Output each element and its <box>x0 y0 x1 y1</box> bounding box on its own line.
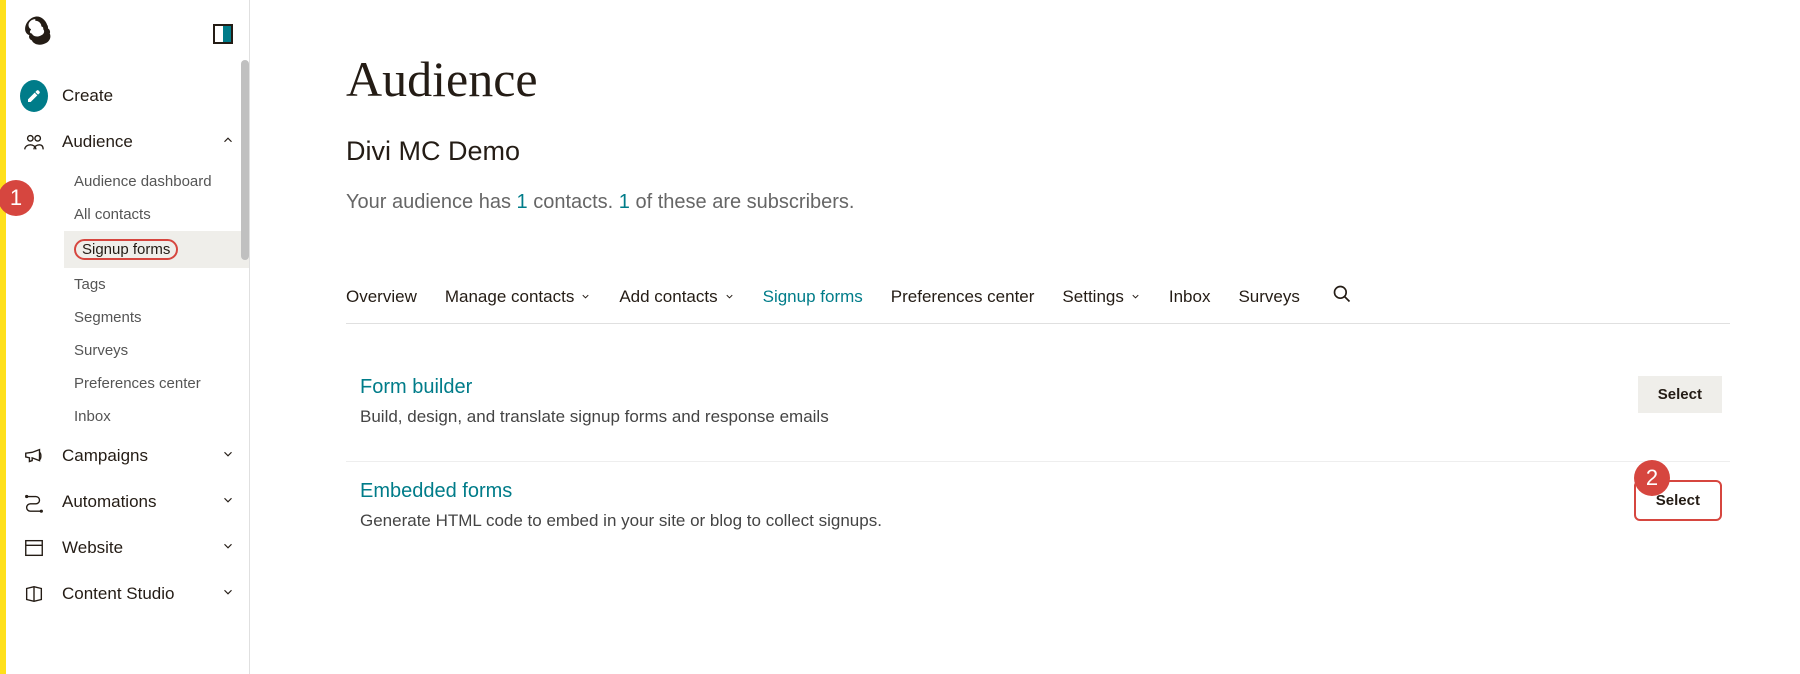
embedded-forms-row: Embedded forms Generate HTML code to emb… <box>346 462 1730 565</box>
tab-manage-contacts[interactable]: Manage contacts <box>445 287 591 307</box>
sidebar-item-campaigns[interactable]: Campaigns <box>6 433 249 479</box>
audience-name: Divi MC Demo <box>346 136 1730 167</box>
sidebar-item-inbox[interactable]: Inbox <box>64 400 249 433</box>
create-label: Create <box>62 86 235 106</box>
sidebar-item-content-studio[interactable]: Content Studio <box>6 571 249 617</box>
sidebar: Create Audience Audience dashboard All c… <box>6 0 250 674</box>
main-content: 2 Audience Divi MC Demo Your audience ha… <box>250 0 1800 674</box>
embedded-forms-title[interactable]: Embedded forms <box>360 480 882 503</box>
tab-search[interactable] <box>1332 284 1352 309</box>
chevron-up-icon <box>221 133 235 152</box>
embedded-forms-desc: Generate HTML code to embed in your site… <box>360 511 882 531</box>
stats-prefix: Your audience has <box>346 191 517 213</box>
audience-icon <box>20 128 48 156</box>
campaigns-label: Campaigns <box>62 446 207 466</box>
form-builder-row: Form builder Build, design, and translat… <box>346 358 1730 462</box>
automations-label: Automations <box>62 492 207 512</box>
sidebar-item-website[interactable]: Website <box>6 525 249 571</box>
website-label: Website <box>62 538 207 558</box>
sidebar-item-audience[interactable]: Audience <box>6 119 249 165</box>
sidebar-item-tags[interactable]: Tags <box>64 268 249 301</box>
sidebar-item-signup-forms[interactable]: Signup forms <box>64 231 249 268</box>
chevron-down-icon <box>221 539 235 558</box>
chevron-down-icon <box>580 287 591 307</box>
megaphone-icon <box>20 442 48 470</box>
tab-add-contacts[interactable]: Add contacts <box>619 287 734 307</box>
subscriber-count: 1 <box>619 191 630 213</box>
chevron-down-icon <box>1130 287 1141 307</box>
tab-settings[interactable]: Settings <box>1062 287 1140 307</box>
mailchimp-logo-icon <box>20 14 54 53</box>
form-builder-title[interactable]: Form builder <box>360 376 829 399</box>
audience-stats: Your audience has 1 contacts. 1 of these… <box>346 191 1730 214</box>
forms-list: Form builder Build, design, and translat… <box>346 358 1730 565</box>
stats-suffix: of these are subscribers. <box>630 191 855 213</box>
tab-overview[interactable]: Overview <box>346 287 417 307</box>
website-icon <box>20 534 48 562</box>
sidebar-item-automations[interactable]: Automations <box>6 479 249 525</box>
audience-tabs: Overview Manage contacts Add contacts Si… <box>346 284 1730 324</box>
audience-label: Audience <box>62 132 207 152</box>
chevron-down-icon <box>724 287 735 307</box>
embedded-forms-text: Embedded forms Generate HTML code to emb… <box>360 480 882 531</box>
sidebar-item-surveys[interactable]: Surveys <box>64 334 249 367</box>
signup-forms-highlight: Signup forms <box>74 239 178 260</box>
search-icon <box>1332 284 1352 309</box>
chevron-down-icon <box>221 493 235 512</box>
chevron-down-icon <box>221 585 235 604</box>
stats-mid: contacts. <box>528 191 619 213</box>
sidebar-item-segments[interactable]: Segments <box>64 301 249 334</box>
chevron-down-icon <box>221 447 235 466</box>
tab-inbox[interactable]: Inbox <box>1169 287 1211 307</box>
create-button[interactable]: Create <box>6 73 249 119</box>
sidebar-nav: Create Audience Audience dashboard All c… <box>6 69 249 674</box>
scrollbar[interactable] <box>241 60 249 260</box>
tab-settings-label: Settings <box>1062 287 1123 307</box>
form-builder-desc: Build, design, and translate signup form… <box>360 407 829 427</box>
form-builder-select-button[interactable]: Select <box>1638 376 1722 413</box>
audience-subnav: Audience dashboard All contacts Signup f… <box>6 165 249 433</box>
form-builder-text: Form builder Build, design, and translat… <box>360 376 829 427</box>
app-root: Create Audience Audience dashboard All c… <box>6 0 1800 674</box>
page-title: Audience <box>346 50 1730 108</box>
automations-icon <box>20 488 48 516</box>
content-studio-label: Content Studio <box>62 584 207 604</box>
panel-toggle-icon[interactable] <box>213 24 233 44</box>
sidebar-item-preferences-center[interactable]: Preferences center <box>64 367 249 400</box>
contact-count: 1 <box>517 191 528 213</box>
sidebar-header <box>6 0 249 69</box>
pencil-icon <box>20 80 48 112</box>
tab-preferences-center[interactable]: Preferences center <box>891 287 1035 307</box>
content-studio-icon <box>20 580 48 608</box>
tab-manage-label: Manage contacts <box>445 287 574 307</box>
tab-add-label: Add contacts <box>619 287 717 307</box>
tab-surveys[interactable]: Surveys <box>1238 287 1299 307</box>
sidebar-item-all-contacts[interactable]: All contacts <box>64 198 249 231</box>
sidebar-item-audience-dashboard[interactable]: Audience dashboard <box>64 165 249 198</box>
tab-signup-forms[interactable]: Signup forms <box>763 287 863 307</box>
annotation-badge-2: 2 <box>1634 460 1670 496</box>
